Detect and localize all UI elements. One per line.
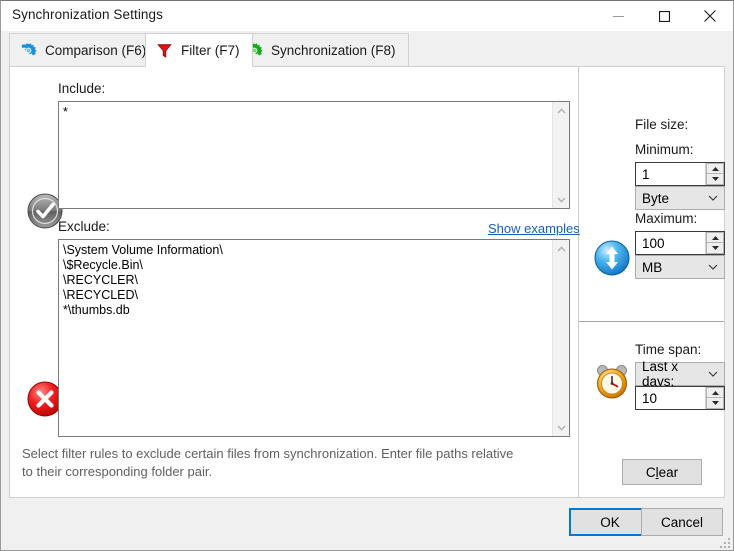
maximize-button[interactable] [641, 1, 687, 31]
maximum-size-unit-value: MB [636, 260, 702, 275]
red-funnel-icon [156, 42, 173, 59]
cancel-button-label: Cancel [661, 515, 703, 530]
exclude-textarea-value: \System Volume Information\ \$Recycle.Bi… [59, 240, 552, 436]
minimum-size-spin-down-button[interactable] [706, 174, 724, 185]
exclude-scroll-down-button[interactable] [553, 419, 569, 436]
maximize-icon [659, 11, 670, 22]
blue-gear-icon [20, 42, 37, 59]
time-span-mode-value: Last x days: [636, 359, 702, 389]
include-scroll-down-button[interactable] [553, 191, 569, 208]
include-scroll-up-button[interactable] [553, 102, 569, 119]
maximum-size-spinner-arrows[interactable] [705, 232, 724, 254]
maximum-size-spinner[interactable]: 100 [635, 231, 725, 255]
triangle-down-icon [712, 401, 719, 405]
maximum-size-spin-down-button[interactable] [706, 243, 724, 254]
close-icon [704, 10, 716, 22]
time-span-days-spin-down-button[interactable] [706, 398, 724, 409]
tab-synchronization[interactable]: Synchronization (F8) [235, 33, 409, 67]
include-textarea-value: * [59, 102, 552, 208]
chevron-down-icon [557, 197, 566, 203]
tab-synchronization-label: Synchronization (F8) [271, 43, 396, 58]
minimum-size-spinner[interactable]: 1 [635, 162, 725, 186]
alarm-clock-icon [593, 362, 633, 402]
tab-filter-label: Filter (F7) [181, 43, 240, 58]
chevron-down-icon [702, 264, 724, 270]
time-span-section-label: Time span: [635, 342, 701, 357]
chevron-down-icon [702, 195, 724, 201]
minimum-size-unit-dropdown[interactable]: Byte [635, 186, 725, 210]
ok-button[interactable]: OK [569, 508, 651, 536]
tab-comparison-label: Comparison (F6) [45, 43, 146, 58]
minimize-icon [613, 11, 624, 22]
exclude-textarea[interactable]: \System Volume Information\ \$Recycle.Bi… [58, 239, 570, 437]
file-size-section-label: File size: [635, 117, 688, 132]
minimum-size-value[interactable]: 1 [636, 163, 705, 185]
minimum-size-unit-value: Byte [636, 191, 702, 206]
chevron-up-icon [557, 246, 566, 252]
minimum-label: Minimum: [635, 142, 694, 157]
triangle-up-icon [712, 167, 719, 171]
clear-button-accel: l [656, 465, 659, 480]
triangle-down-icon [712, 177, 719, 181]
chevron-down-icon [702, 371, 724, 377]
blue-updown-arrow-icon [593, 239, 631, 277]
window-title: Synchronization Settings [12, 7, 163, 22]
maximum-size-spin-up-button[interactable] [706, 232, 724, 243]
exclude-scroll-up-button[interactable] [553, 240, 569, 257]
maximum-label: Maximum: [635, 211, 697, 226]
time-span-mode-dropdown[interactable]: Last x days: [635, 362, 725, 386]
triangle-up-icon [712, 236, 719, 240]
maximum-size-value[interactable]: 100 [636, 232, 705, 254]
time-span-days-spin-up-button[interactable] [706, 387, 724, 398]
triangle-up-icon [712, 391, 719, 395]
cancel-button[interactable]: Cancel [641, 508, 723, 536]
include-label: Include: [58, 81, 105, 96]
exclude-label: Exclude: [58, 219, 110, 234]
tab-strip: Comparison (F6) Filter (F7) Synchronizat… [9, 33, 725, 67]
time-span-days-spinner[interactable]: 10 [635, 386, 725, 410]
clear-button[interactable]: Clear [622, 459, 702, 485]
time-span-days-value[interactable]: 10 [636, 387, 705, 409]
filter-info-text: Select filter rules to exclude certain f… [22, 445, 522, 481]
exclude-scrollbar[interactable] [552, 240, 569, 436]
tab-comparison[interactable]: Comparison (F6) [9, 33, 159, 67]
time-span-days-spinner-arrows[interactable] [705, 387, 724, 409]
chevron-down-icon [557, 425, 566, 431]
minimize-button[interactable] [595, 1, 641, 31]
chevron-up-icon [557, 108, 566, 114]
minimum-size-spin-up-button[interactable] [706, 163, 724, 174]
ok-button-label: OK [600, 515, 620, 530]
maximum-size-unit-dropdown[interactable]: MB [635, 255, 725, 279]
filter-tab-page: Include: * [9, 66, 725, 498]
triangle-down-icon [712, 246, 719, 250]
clear-button-label: Clear [646, 465, 678, 480]
horizontal-divider [579, 321, 724, 322]
title-bar: Synchronization Settings [1, 1, 733, 31]
include-textarea[interactable]: * [58, 101, 570, 209]
include-scrollbar[interactable] [552, 102, 569, 208]
show-examples-link[interactable]: Show examples [488, 221, 580, 236]
close-button[interactable] [687, 1, 733, 31]
vertical-divider [578, 67, 579, 497]
minimum-size-spinner-arrows[interactable] [705, 163, 724, 185]
synchronization-settings-dialog: Synchronization Settings Comparison ( [0, 0, 734, 551]
tab-filter[interactable]: Filter (F7) [145, 33, 253, 67]
resize-grip[interactable] [718, 536, 730, 548]
